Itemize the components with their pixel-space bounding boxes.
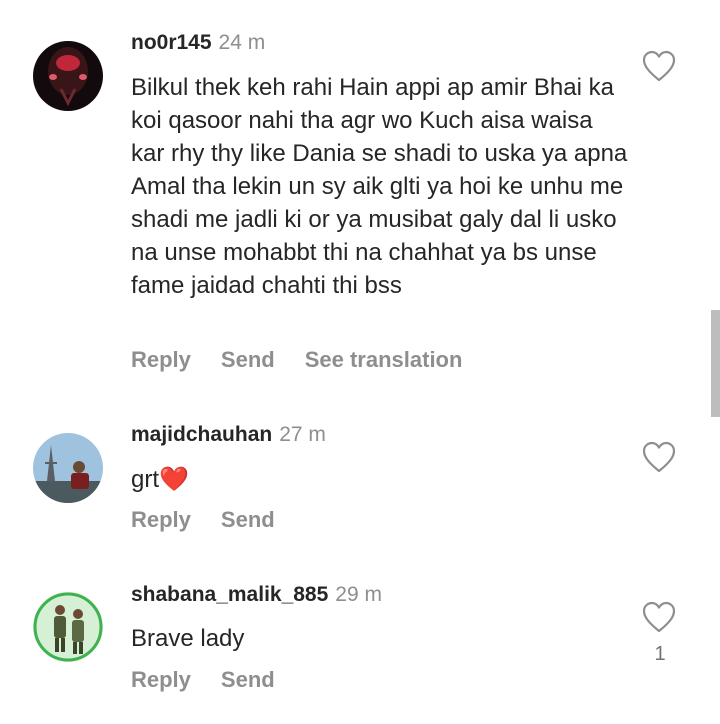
comment-actions: Reply Send — [131, 507, 305, 533]
reply-button[interactable]: Reply — [131, 667, 191, 692]
comment-actions: Reply Send — [131, 667, 305, 693]
comment-time: 24 m — [218, 31, 266, 54]
comment-username[interactable]: no0r145 — [131, 31, 212, 54]
send-button[interactable]: Send — [221, 667, 275, 692]
avatar[interactable] — [33, 433, 103, 503]
comment-username[interactable]: majidchauhan — [131, 423, 272, 446]
scrollbar[interactable] — [711, 310, 720, 417]
like-count: 1 — [654, 643, 666, 665]
comment-time: 27 m — [279, 423, 326, 446]
reply-button[interactable]: Reply — [131, 507, 191, 532]
avatar[interactable] — [33, 592, 103, 662]
reply-button[interactable]: Reply — [131, 347, 191, 372]
comment-text: Brave lady — [131, 625, 245, 652]
avatar[interactable] — [33, 41, 103, 111]
comment-meta: shabana_malik_885 29 m — [131, 583, 382, 607]
comment-time: 29 m — [335, 583, 382, 606]
heart-outline-icon[interactable] — [641, 440, 677, 474]
comment-text: Bilkul thek keh rahi Hain appi ap amir B… — [131, 74, 628, 299]
comment-username[interactable]: shabana_malik_885 — [131, 583, 328, 606]
comment-actions: Reply Send See translation — [131, 347, 492, 373]
send-button[interactable]: Send — [221, 347, 275, 372]
comment-text: grt❤️ — [131, 466, 189, 493]
heart-outline-icon[interactable] — [641, 49, 677, 83]
heart-outline-icon[interactable] — [641, 600, 677, 634]
see-translation-button[interactable]: See translation — [305, 347, 463, 372]
send-button[interactable]: Send — [221, 507, 275, 532]
comment-meta: no0r145 24 m — [131, 31, 265, 55]
comment-meta: majidchauhan 27 m — [131, 423, 326, 447]
